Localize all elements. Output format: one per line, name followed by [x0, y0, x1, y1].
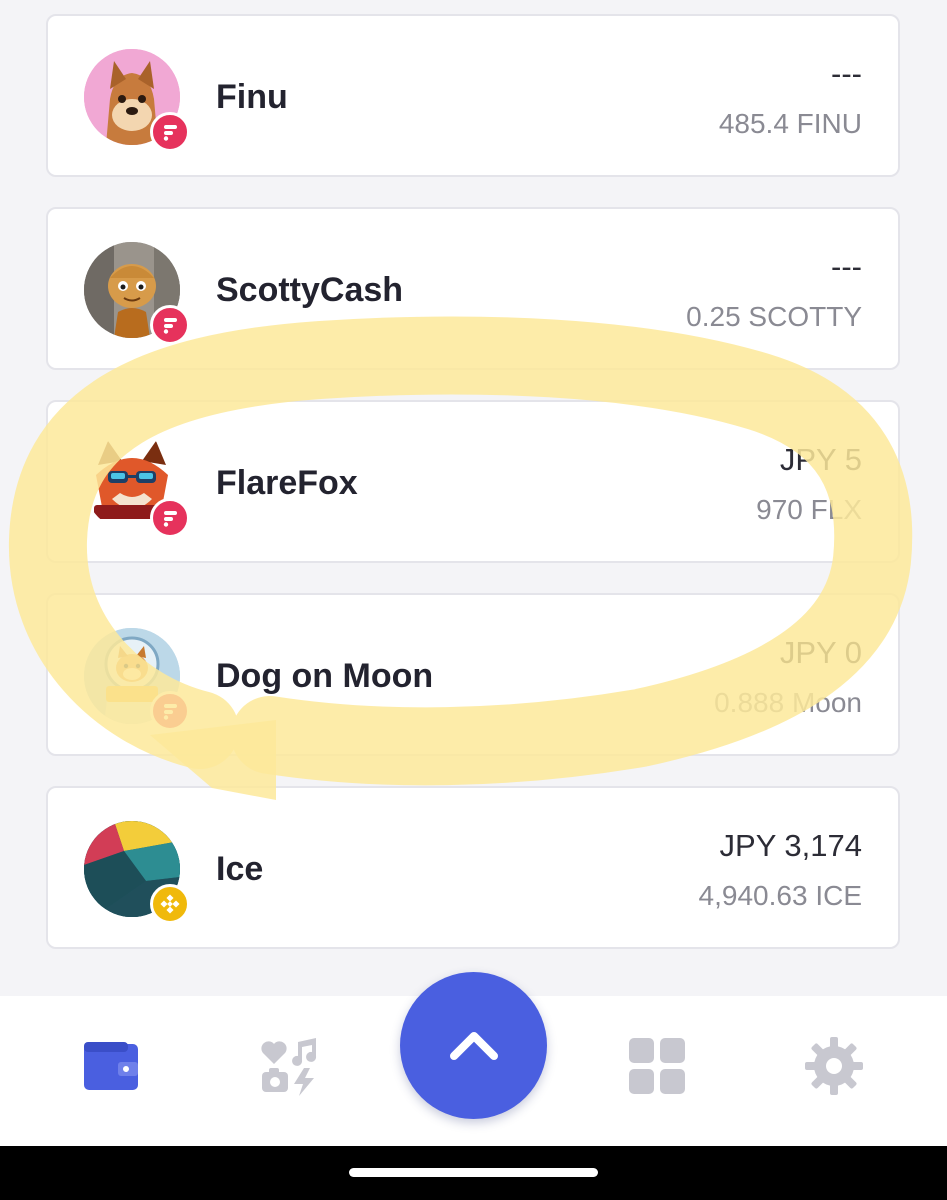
flare-network-icon: [150, 305, 190, 345]
flare-network-icon: [150, 691, 190, 731]
token-row-dog-on-moon[interactable]: Dog on Moon JPY 0 0.888 Moon: [46, 593, 900, 756]
nav-apps[interactable]: [625, 1034, 689, 1098]
token-name: Ice: [216, 850, 264, 888]
fiat-value: ---: [831, 249, 862, 284]
nav-wallet[interactable]: [80, 1034, 144, 1098]
chevron-up-icon: [449, 1031, 498, 1060]
flare-network-icon: [150, 112, 190, 152]
nav-collectibles[interactable]: [258, 1034, 322, 1098]
media-collectibles-icon: [261, 1038, 317, 1096]
token-amount: 0.25 SCOTTY: [686, 301, 862, 332]
token-name: ScottyCash: [216, 271, 404, 309]
fiat-value: JPY 3,174: [719, 828, 862, 863]
bnb-chain-icon: [150, 884, 190, 924]
token-amount: 485.4 FINU: [718, 108, 862, 139]
token-row-scottycash[interactable]: ScottyCash --- 0.25 SCOTTY: [46, 207, 900, 370]
token-row-finu[interactable]: Finu --- 485.4 FINU: [46, 14, 900, 177]
token-name: Dog on Moon: [216, 657, 434, 695]
fiat-value: JPY 5: [779, 442, 862, 477]
fiat-value: JPY 0: [779, 635, 862, 670]
flare-network-icon: [150, 498, 190, 538]
token-name: Finu: [216, 78, 288, 116]
nav-settings[interactable]: [802, 1034, 866, 1098]
system-navigation-bar: [0, 1146, 947, 1200]
token-amount: 970 FLX: [756, 494, 862, 525]
fiat-value: ---: [831, 56, 862, 91]
token-amount: 0.888 Moon: [714, 687, 862, 718]
apps-grid-icon: [629, 1038, 685, 1094]
token-list: Finu --- 485.4 FINU ScottyCash --- 0.25 …: [0, 0, 947, 1000]
wallet-icon: [84, 1042, 138, 1090]
home-indicator[interactable]: [349, 1168, 598, 1177]
settings-gear-icon: [805, 1037, 863, 1095]
token-amount: 4,940.63 ICE: [698, 880, 862, 911]
token-row-flarefox[interactable]: FlareFox JPY 5 970 FLX: [46, 400, 900, 563]
scroll-up-fab-button[interactable]: [400, 972, 547, 1119]
token-row-ice[interactable]: Ice JPY 3,174 4,940.63 ICE: [46, 786, 900, 949]
token-name: FlareFox: [216, 464, 358, 502]
